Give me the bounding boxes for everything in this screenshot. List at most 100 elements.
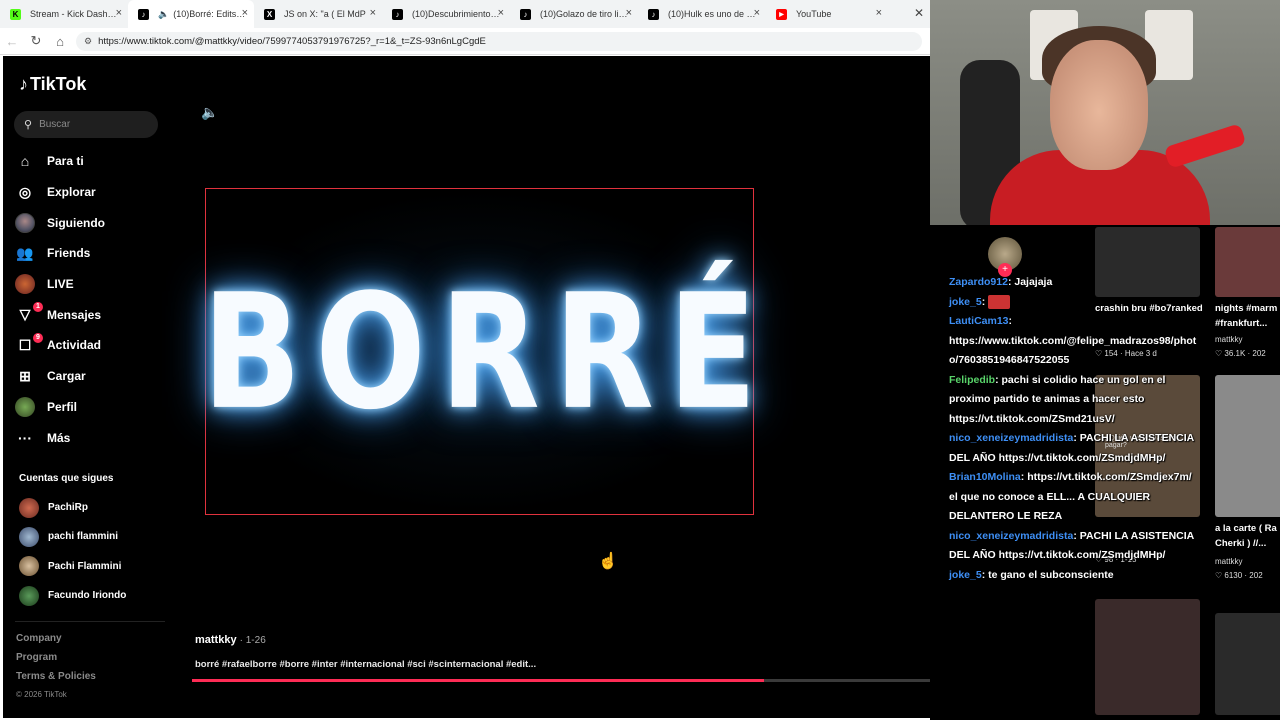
sidebar-nav: ⌂ Para ti ◎ Explorar Siguiendo 👥 Friends [15, 146, 165, 453]
chat-username: Felipedib [949, 373, 996, 386]
screen: K Stream - Kick Dashboard × ♪ 🔈 (10)Borr… [0, 0, 1280, 720]
url-text: https://www.tiktok.com/@mattkky/video/75… [98, 35, 486, 47]
close-tab-icon[interactable]: × [754, 7, 760, 19]
sidebar-item-label: Friends [47, 246, 91, 261]
chat-username: joke_5 [949, 568, 982, 581]
chat-text: : Jajajaja [1007, 276, 1053, 288]
avatar [19, 556, 39, 577]
sidebar-item-label: Para ti [47, 154, 84, 169]
messages-icon: ▽ [19, 306, 31, 323]
tab-title: JS on X: "a ( El MdP [284, 9, 366, 19]
sidebar-item-cargar[interactable]: ⊞ Cargar [15, 361, 165, 392]
post-date: · 1-26 [239, 635, 266, 646]
tab-title: YouTube [796, 9, 832, 19]
back-arrow-icon[interactable]: ← [0, 34, 24, 49]
sidebar-footer: Company Program Terms & Policies © 2026 … [16, 633, 96, 709]
avatar-icon [15, 212, 35, 233]
sidebar-item-para-ti[interactable]: ⌂ Para ti [15, 146, 165, 177]
footer-link-terms[interactable]: Terms & Policies [16, 671, 96, 690]
url-field[interactable]: ⚙ https://www.tiktok.com/@mattkky/video/… [76, 31, 922, 51]
video-thumbnail[interactable] [1215, 375, 1280, 517]
sidebar-item-perfil[interactable]: Perfil [15, 392, 165, 423]
video-progress-bar[interactable] [192, 679, 976, 682]
following-item[interactable]: Facundo Iriondo [19, 581, 169, 610]
search-input[interactable] [39, 119, 140, 130]
sidebar-item-siguiendo[interactable]: Siguiendo [15, 207, 165, 238]
sidebar-item-explorar[interactable]: ◎ Explorar [15, 177, 165, 208]
upload-icon: ⊞ [19, 367, 31, 384]
close-tab-icon[interactable]: × [498, 7, 504, 19]
browser-tab[interactable]: K Stream - Kick Dashboard × [0, 0, 128, 28]
video-author[interactable]: mattkky · 1-26 [195, 634, 266, 646]
friends-icon: 👥 [16, 244, 34, 261]
video-thumbnail[interactable] [1095, 599, 1200, 715]
chat-username: Zapardo912 [949, 276, 1008, 288]
close-tab-icon[interactable]: × [626, 7, 632, 19]
following-name: Pachi Flammini [48, 560, 122, 572]
following-name: Facundo Iriondo [48, 590, 127, 602]
browser-tab-active[interactable]: ♪ 🔈 (10)Borré: Edits e C × [128, 0, 254, 28]
volume-icon[interactable]: 🔈 [201, 104, 218, 121]
card-author: mattkky [1215, 335, 1243, 344]
following-list: PachiRp pachi flammini Pachi Flammini Fa… [19, 493, 169, 610]
tiktok-logo[interactable]: ♪ TikTok [19, 74, 86, 95]
avatar [19, 585, 39, 606]
sidebar-item-label: Perfil [47, 399, 78, 414]
card-author: mattkky [1215, 557, 1243, 566]
sidebar-item-mas[interactable]: ··· Más [15, 422, 165, 453]
sidebar: ♪ TikTok ⚲ ⌂ Para ti ◎ Explorar Siguiend [3, 56, 173, 718]
sidebar-item-friends[interactable]: 👥 Friends [15, 238, 165, 269]
following-item[interactable]: Pachi Flammini [19, 552, 169, 581]
following-name: PachiRp [48, 502, 89, 514]
chat-username: Brian10Molina [949, 471, 1021, 483]
close-tab-icon[interactable]: × [116, 7, 122, 19]
author-name: mattkky [195, 634, 237, 646]
channel-avatar[interactable]: + [988, 237, 1022, 277]
close-window-icon[interactable]: ✕ [914, 6, 924, 20]
activity-icon: ☐ [18, 336, 32, 353]
tiktok-icon: ♪ [138, 9, 149, 20]
kick-icon: K [10, 9, 21, 20]
video-thumbnail[interactable] [1215, 613, 1280, 715]
sidebar-item-label: Explorar [47, 185, 96, 200]
home-icon[interactable]: ⌂ [48, 34, 72, 49]
video-player[interactable]: BORRÉ [202, 188, 757, 515]
sidebar-item-live[interactable]: LIVE [15, 269, 165, 300]
sidebar-item-actividad[interactable]: ☐ 9 Actividad [15, 330, 165, 361]
video-thumbnail[interactable] [1215, 227, 1280, 297]
following-item[interactable]: pachi flammini [19, 522, 169, 551]
profile-icon [15, 396, 35, 417]
chat-message: joke_5: [949, 293, 1199, 313]
tab-title: (10)Borré: Edits e C [173, 9, 248, 19]
tiktok-icon: ♪ [520, 9, 531, 20]
card-meta: ♡ 36.1K · 202 [1215, 349, 1266, 358]
following-item[interactable]: PachiRp [19, 493, 169, 522]
chat-text: : [1008, 315, 1013, 327]
following-heading: Cuentas que sigues [19, 473, 114, 484]
speaker-icon[interactable]: 🔈 [158, 9, 169, 20]
close-tab-icon[interactable]: × [242, 7, 248, 19]
site-info-icon[interactable]: ⚙ [84, 36, 92, 47]
tiktok-icon: ♪ [392, 9, 403, 20]
chat-text: : [981, 295, 986, 308]
footer-link-company[interactable]: Company [16, 633, 96, 652]
browser-tab[interactable]: ♪ (10)Golazo de tiro libre × [510, 0, 638, 28]
sidebar-divider [15, 621, 165, 622]
logo-text: TikTok [30, 74, 87, 94]
close-tab-icon[interactable]: × [370, 7, 376, 19]
reload-icon[interactable]: ↻ [24, 33, 48, 49]
notification-badge: 9 [33, 333, 43, 344]
footer-link-program[interactable]: Program [16, 652, 96, 671]
sidebar-item-mensajes[interactable]: ▽ 1 Mensajes [15, 299, 165, 330]
browser-tab[interactable]: ♪ (10)Descubrimiento ate × [382, 0, 510, 28]
video-description: borré #rafaelborre #borre #inter #intern… [195, 659, 537, 670]
browser-tab[interactable]: X JS on X: "a ( El MdP × [254, 0, 382, 28]
home-icon: ⌂ [20, 153, 30, 170]
browser-tab[interactable]: ♪ (10)Hulk es uno de los × [638, 0, 766, 28]
search-box[interactable]: ⚲ [14, 111, 158, 138]
video-progress-fill [192, 679, 765, 682]
browser-tab[interactable]: ▶ YouTube × [766, 0, 888, 28]
webcam-overlay [930, 0, 1280, 225]
close-tab-icon[interactable]: × [876, 7, 882, 19]
tiktok-icon: ♪ [648, 9, 659, 20]
